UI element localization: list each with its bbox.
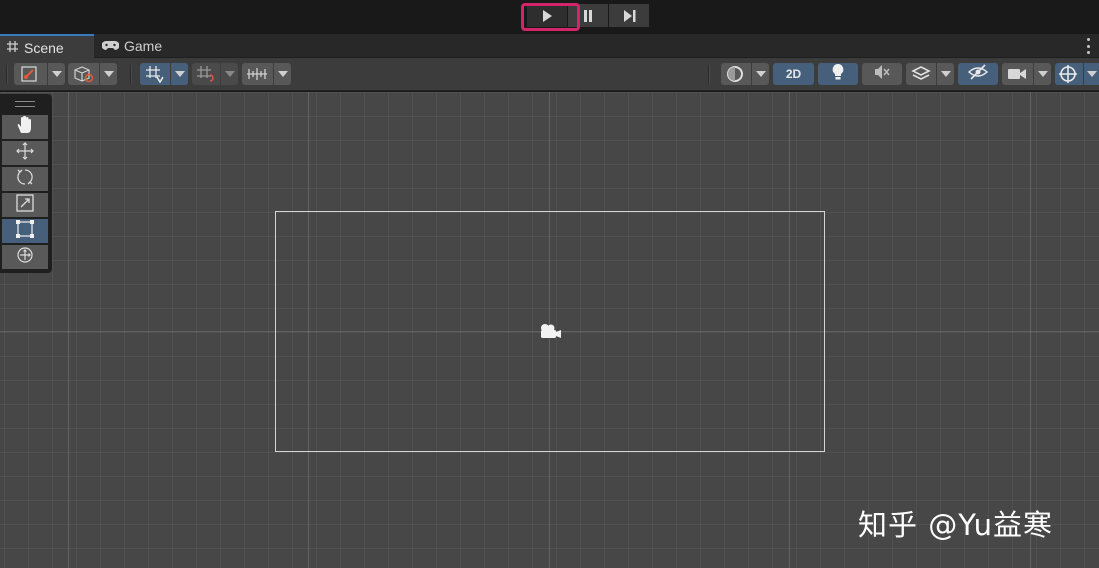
tab-bar: Scene Game	[0, 34, 1099, 59]
gizmos-icon	[1058, 65, 1078, 88]
more-options-icon[interactable]	[1087, 38, 1091, 54]
pivot-orientation-button[interactable]	[68, 63, 117, 85]
2d-toggle-button[interactable]: 2D	[773, 63, 814, 85]
hand-tool-icon	[15, 115, 35, 140]
move-tool-icon	[15, 141, 35, 166]
dropdown-caret[interactable]	[936, 63, 954, 85]
increment-snap-icon	[196, 65, 216, 88]
step-icon	[623, 9, 636, 22]
scale-tool-button[interactable]	[2, 193, 48, 217]
increment-snap-button[interactable]	[192, 63, 238, 85]
scale-tool-icon	[15, 193, 35, 218]
lighting-icon	[831, 63, 845, 86]
scene-grid-icon	[6, 40, 19, 56]
pivot-orientation-icon	[73, 65, 95, 88]
grid-line-major	[1030, 92, 1031, 568]
scene-visibility-button[interactable]	[958, 63, 998, 85]
camera-gizmo-icon[interactable]	[538, 322, 562, 347]
tab-label: Game	[124, 38, 163, 54]
hand-tool-button[interactable]	[2, 115, 48, 139]
tool-handle-position-button[interactable]	[14, 63, 65, 85]
tool-handle-position-icon	[20, 65, 40, 88]
draw-mode-button[interactable]	[721, 63, 769, 85]
grid-snap-button[interactable]	[140, 63, 188, 85]
rotate-tool-icon	[15, 167, 35, 192]
audio-mute-icon	[873, 64, 891, 85]
camera-settings-button[interactable]	[1002, 63, 1051, 85]
dropdown-caret[interactable]	[47, 63, 65, 85]
grid-line-major	[68, 92, 69, 568]
tool-palette	[0, 94, 52, 273]
dropdown-caret[interactable]	[273, 63, 291, 85]
pause-icon	[582, 9, 594, 22]
palette-drag-handle[interactable]	[15, 101, 35, 107]
ruler-snap-icon	[246, 67, 268, 86]
draw-mode-icon	[725, 65, 745, 88]
lighting-toggle-button[interactable]	[818, 63, 858, 85]
dropdown-caret[interactable]	[1083, 63, 1099, 85]
gamepad-icon	[101, 38, 120, 54]
toolbar-separator	[6, 65, 8, 84]
gizmos-button[interactable]	[1055, 63, 1099, 85]
2d-label: 2D	[785, 67, 802, 81]
tab-game[interactable]: Game	[96, 34, 176, 58]
move-tool-button[interactable]	[2, 141, 48, 165]
rect-tool-icon	[15, 219, 35, 244]
dropdown-caret[interactable]	[1033, 63, 1051, 85]
transform-tool-icon	[15, 245, 35, 270]
toolbar-separator	[130, 65, 132, 84]
step-button[interactable]	[609, 4, 649, 27]
effects-icon	[911, 66, 931, 87]
tab-scene[interactable]: Scene	[0, 34, 94, 59]
scene-toolbar: 2D	[0, 58, 1099, 91]
transform-tool-button[interactable]	[2, 245, 48, 269]
play-mode-bar	[0, 0, 1099, 34]
camera-icon	[1007, 67, 1027, 86]
grid-snap-icon	[145, 65, 165, 88]
play-button-highlight	[521, 3, 580, 31]
dropdown-caret[interactable]	[220, 63, 238, 85]
dropdown-caret[interactable]	[751, 63, 769, 85]
tab-label: Scene	[24, 39, 64, 56]
dropdown-caret[interactable]	[170, 63, 188, 85]
rect-tool-button[interactable]	[2, 219, 48, 243]
effects-button[interactable]	[906, 63, 954, 85]
scene-visibility-icon	[967, 63, 989, 85]
toolbar-separator	[708, 65, 710, 84]
scene-viewport[interactable]	[0, 92, 1099, 568]
audio-toggle-button[interactable]	[862, 63, 902, 85]
ruler-snap-button[interactable]	[242, 63, 291, 85]
dropdown-caret[interactable]	[99, 63, 117, 85]
watermark-text: 知乎 @Yu益寒	[858, 508, 1053, 542]
rotate-tool-button[interactable]	[2, 167, 48, 191]
